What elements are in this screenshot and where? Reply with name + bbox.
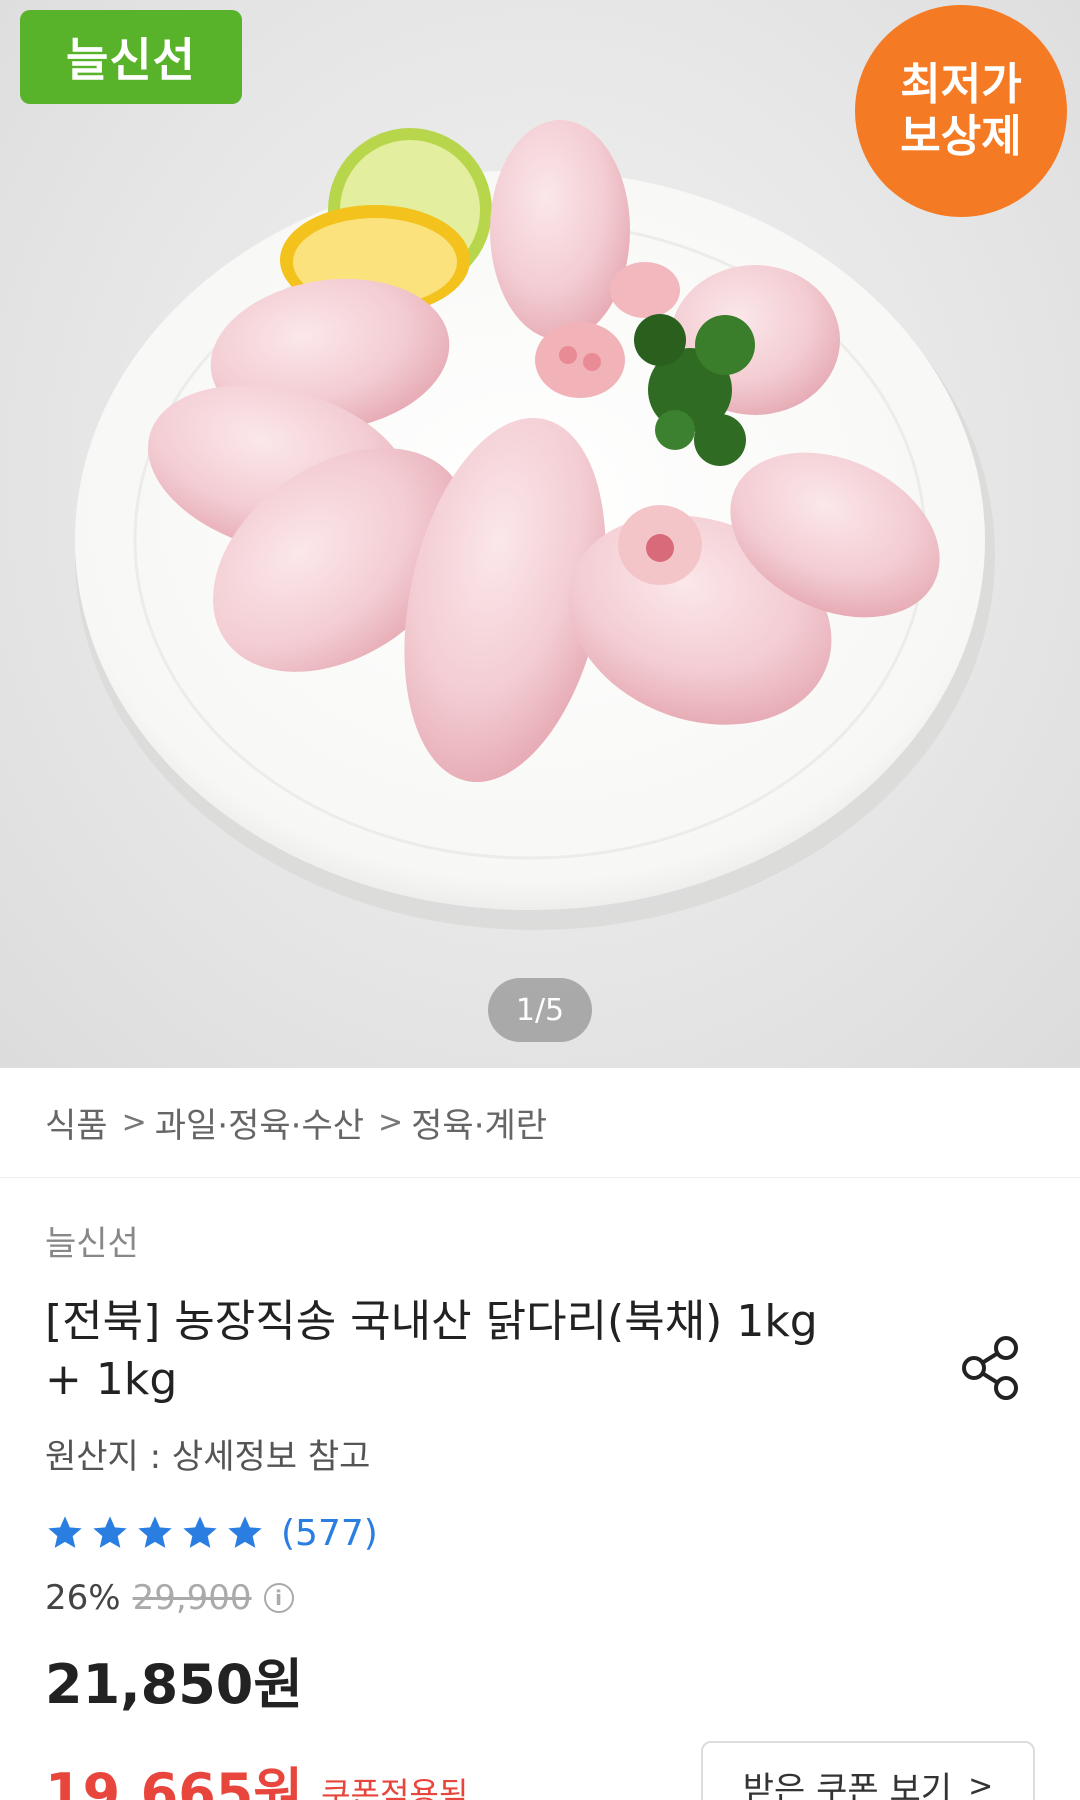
share-icon [962,1336,1018,1400]
breadcrumb-item-meat-egg[interactable]: 정육·계란 [411,1098,547,1147]
star-icon [48,1516,82,1548]
lowest-price-guarantee-badge: 최저가 보상제 [855,5,1067,217]
chevron-right-icon: > [121,1105,147,1140]
discount-row: 26% 29,900 i [45,1578,1035,1618]
image-counter: 1/5 [488,978,592,1042]
breadcrumb-item-fruit-meat-seafood[interactable]: 과일·정육·수산 [155,1098,364,1147]
star-icon [93,1516,127,1548]
product-info: 늘신선 [전북] 농장직송 국내산 닭다리(북채) 1kg + 1kg 원산지 … [0,1216,1080,1800]
star-rating [45,1513,265,1553]
coupon-row: 19,665원 쿠폰적용됨 받은 쿠폰 보기 > [45,1741,1035,1800]
brand-badge: 늘신선 [20,10,242,104]
info-icon[interactable]: i [263,1583,294,1613]
chevron-right-icon: > [968,1768,994,1800]
coupon-applied-label: 쿠폰적용됨 [321,1775,469,1800]
view-coupons-label: 받은 쿠폰 보기 [742,1769,953,1800]
star-icon [138,1516,172,1548]
discount-percent: 26% [45,1578,121,1618]
product-title: [전북] 농장직송 국내산 닭다리(북채) 1kg + 1kg [45,1296,818,1405]
seller-name[interactable]: 늘신선 [45,1216,1035,1265]
view-coupons-button[interactable]: 받은 쿠폰 보기 > [701,1741,1035,1800]
review-count[interactable]: (577) [281,1513,378,1554]
chevron-right-icon: > [378,1105,404,1140]
star-icon [228,1516,262,1548]
breadcrumb: 식품 > 과일·정육·수산 > 정육·계란 [0,1068,1080,1178]
sale-price: 21,850원 [45,1653,304,1716]
breadcrumb-item-food[interactable]: 식품 [45,1098,108,1147]
coupon-price: 19,665원 [45,1761,304,1800]
share-button[interactable] [960,1334,1022,1402]
star-icon [183,1516,217,1548]
origin-info: 원산지 : 상세정보 참고 [45,1437,371,1477]
rating[interactable]: (577) [45,1508,1035,1558]
product-image-carousel[interactable]: 늘신선 최저가 보상제 1/5 [0,0,1080,1068]
original-price: 29,900 [132,1578,252,1618]
